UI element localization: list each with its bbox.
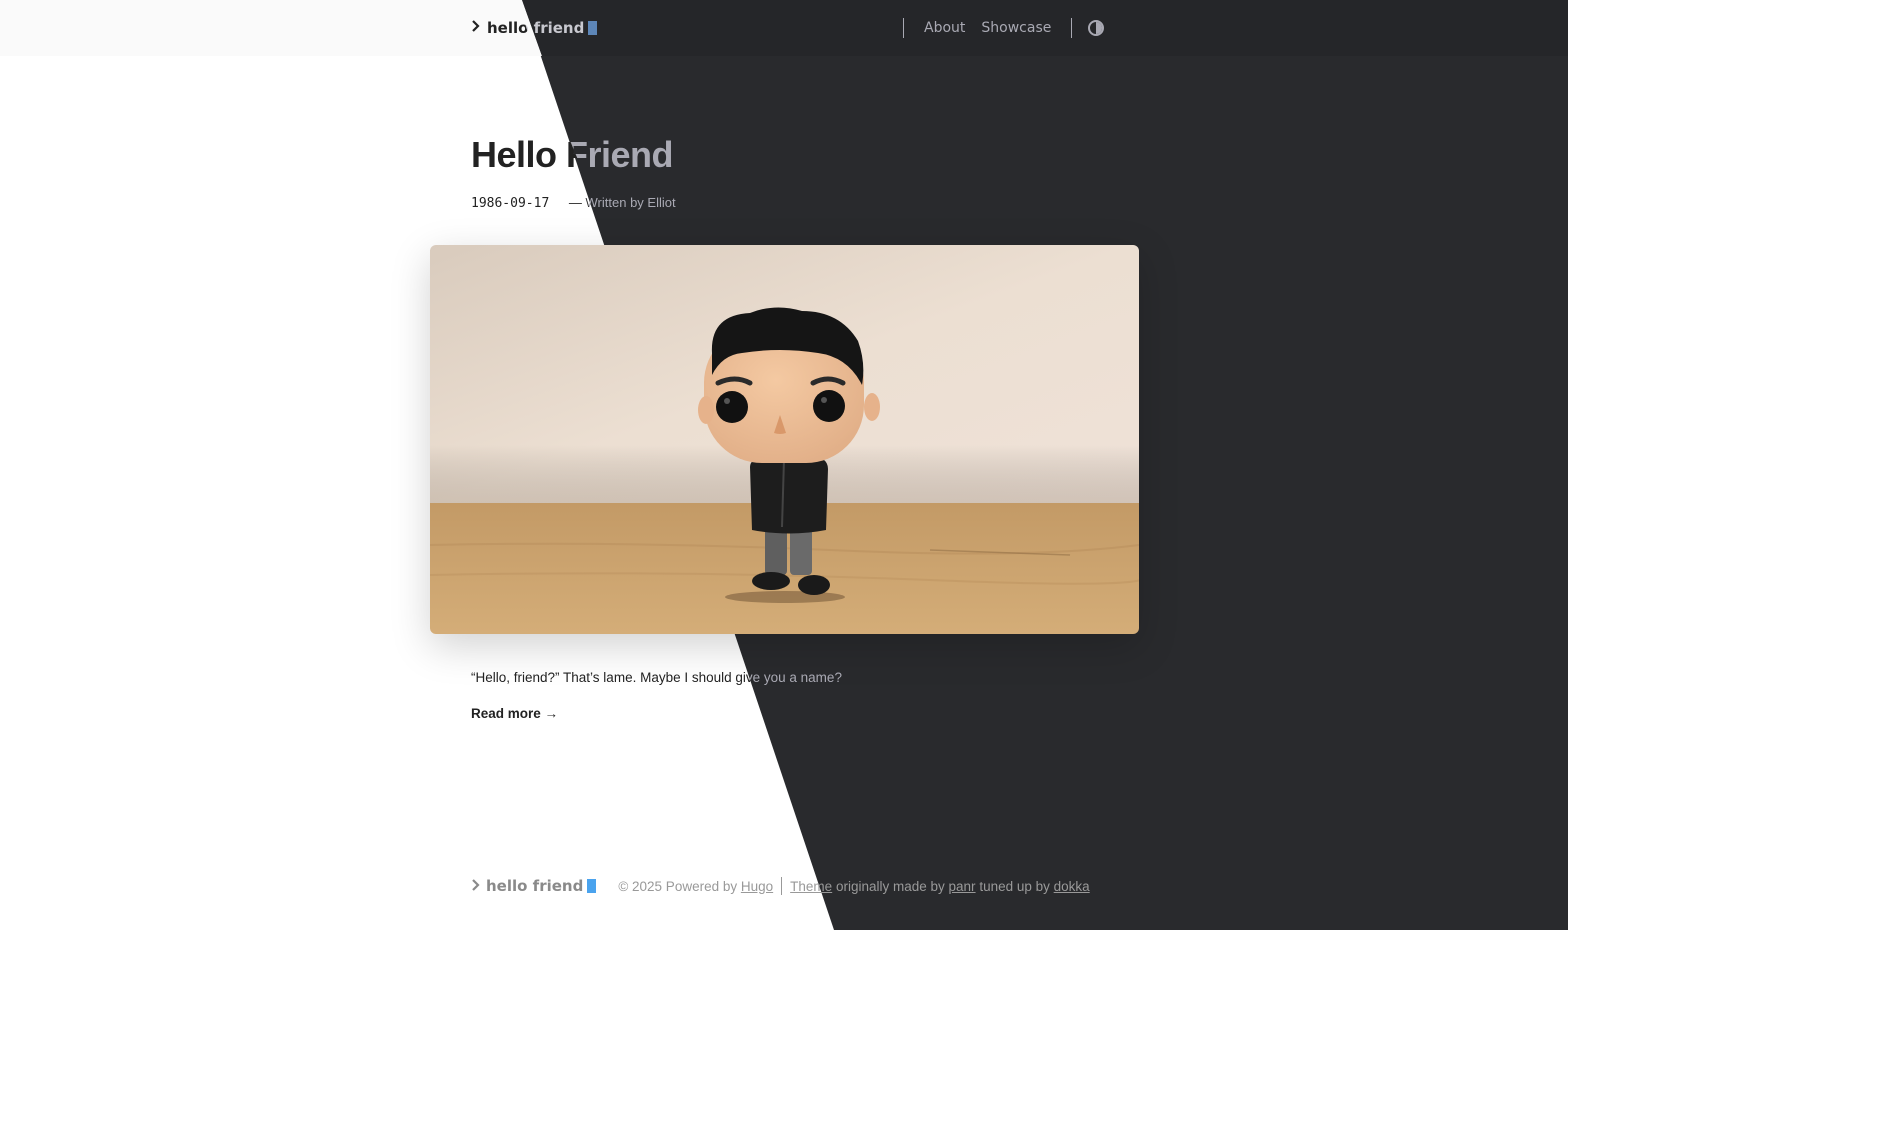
post-meta: 1986-09-17 — Written by Elliot 1986-09-1… xyxy=(471,193,871,213)
post-excerpt: “Hello, friend?” That’s lame. Maybe I sh… xyxy=(471,668,971,688)
main-nav: About Showcase xyxy=(903,17,1105,39)
nav-divider xyxy=(1071,18,1073,38)
footer-divider xyxy=(781,877,783,895)
dokka-link[interactable]: dokka xyxy=(1054,879,1090,894)
post-title: Hello Friend Hello Friend xyxy=(471,131,1071,179)
nav-about[interactable]: About xyxy=(924,20,965,36)
nav-divider xyxy=(903,18,904,38)
footer-copyright: © 2025 Powered by Hugo Theme originally … xyxy=(618,877,1090,895)
theme-link[interactable]: Theme xyxy=(790,879,832,894)
footer-logo-text: hello friend xyxy=(486,877,584,895)
chevron-right-icon xyxy=(471,877,481,895)
originally-text: originally made by xyxy=(835,878,945,894)
panr-link[interactable]: panr xyxy=(949,879,976,894)
site-footer: hello friend © 2025 Powered by Hugo Them… xyxy=(471,875,1090,897)
footer-logo-cursor xyxy=(587,879,597,893)
nav-showcase[interactable]: Showcase xyxy=(981,20,1051,36)
hugo-link[interactable]: Hugo xyxy=(741,879,773,894)
contrast-icon[interactable] xyxy=(1088,20,1105,36)
post-date: 1986-09-17 xyxy=(471,196,550,211)
logo-cursor xyxy=(588,21,598,35)
site-logo[interactable]: hello friend hello friend xyxy=(471,17,601,39)
copyright-text: © 2025 Powered by xyxy=(618,878,738,894)
tuned-text: tuned up by xyxy=(979,878,1050,894)
chevron-right-icon xyxy=(471,20,483,36)
post-cover-image xyxy=(430,245,1139,634)
footer-logo[interactable]: hello friend xyxy=(471,877,597,895)
read-more-link[interactable]: Read more → xyxy=(471,706,558,721)
